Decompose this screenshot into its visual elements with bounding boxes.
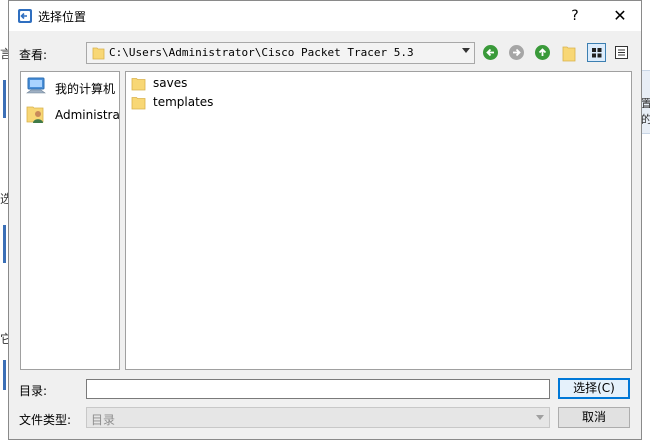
dialog-title: 选择位置: [38, 10, 87, 24]
sidebar-item-label: 我的计算机: [55, 82, 116, 96]
sidebar-item-label: Administrator: [55, 108, 120, 122]
cancel-button[interactable]: 取消: [558, 407, 630, 428]
folder-icon: [92, 47, 105, 60]
detail-view-icon: [615, 46, 628, 59]
look-in-combo[interactable]: C:\Users\Administrator\Cisco Packet Trac…: [86, 42, 475, 64]
current-path: C:\Users\Administrator\Cisco Packet Trac…: [109, 46, 414, 59]
close-button[interactable]: ✕: [608, 5, 632, 27]
dialog-app-icon: [18, 9, 32, 23]
computer-icon: [26, 77, 46, 94]
folder-icon: [131, 97, 146, 110]
chevron-down-icon[interactable]: [462, 48, 470, 53]
background-text-fragment: 置的: [641, 97, 650, 126]
up-icon[interactable]: [534, 44, 551, 61]
directory-input[interactable]: [86, 379, 550, 399]
list-view-icon: [592, 48, 602, 58]
background-accent-bar: [3, 80, 6, 118]
file-type-combo: 目录: [86, 407, 550, 428]
new-folder-icon[interactable]: [562, 44, 576, 62]
detail-view-button[interactable]: [612, 43, 631, 62]
background-accent-bar: [3, 225, 6, 263]
list-view-button[interactable]: [587, 43, 606, 62]
directory-label: 目录:: [19, 384, 48, 398]
places-sidebar: 我的计算机 Administrator: [20, 71, 120, 370]
chevron-down-icon: [536, 415, 544, 420]
user-folder-icon: [26, 106, 44, 123]
help-button[interactable]: ?: [563, 5, 587, 27]
file-name: templates: [153, 95, 214, 109]
back-icon[interactable]: [482, 44, 499, 61]
forward-icon[interactable]: [508, 44, 525, 61]
file-list: saves templates: [125, 71, 632, 370]
folder-icon: [131, 78, 146, 91]
background-accent-bar: [3, 360, 6, 390]
file-type-label: 文件类型:: [19, 413, 72, 427]
look-in-label: 查看:: [19, 48, 48, 62]
choose-location-dialog: 选择位置 ? ✕ 查看: C:\Users\Administrator\Cisc…: [8, 0, 642, 440]
title-bar: 选择位置 ? ✕: [9, 1, 641, 31]
file-name: saves: [153, 76, 188, 90]
choose-button[interactable]: 选择(C): [558, 378, 630, 399]
file-type-value: 目录: [91, 413, 116, 427]
